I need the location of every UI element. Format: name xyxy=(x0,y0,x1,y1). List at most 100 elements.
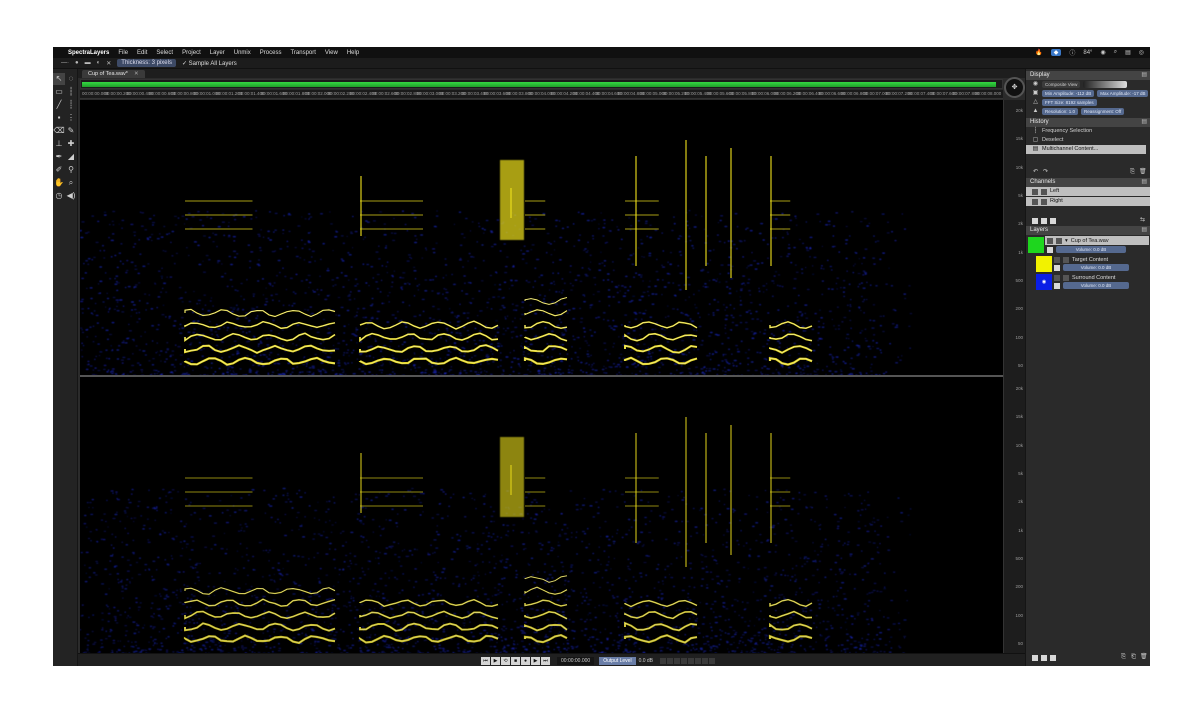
noise-dot xyxy=(162,287,164,289)
zoom-tool-icon[interactable]: ⌕ xyxy=(65,177,77,189)
freq-select-icon[interactable]: ┊ xyxy=(65,99,77,111)
menu-file[interactable]: File xyxy=(118,50,128,56)
noise-dot xyxy=(420,234,423,236)
noise-dot xyxy=(368,636,371,638)
noise-dot xyxy=(645,605,649,607)
flame-icon[interactable]: 🔥 xyxy=(1035,49,1042,56)
arrow-icon[interactable]: —· xyxy=(61,60,69,66)
noise-dot xyxy=(196,571,199,573)
search-icon[interactable]: ⌕ xyxy=(1114,49,1117,56)
control-center-icon[interactable]: ▤ xyxy=(1125,49,1131,56)
noise-dot xyxy=(282,345,284,347)
noise-dot xyxy=(210,217,213,219)
noise-dot xyxy=(804,312,806,314)
noise-dot xyxy=(721,630,724,632)
noise-dot xyxy=(778,346,781,348)
thickness-field[interactable]: Thickness: 3 pixels xyxy=(117,59,176,67)
noise-dot xyxy=(429,332,432,334)
brush-tool-icon[interactable]: ✎ xyxy=(65,125,77,137)
noise-dot xyxy=(415,370,417,372)
menu-select[interactable]: Select xyxy=(156,50,173,56)
hand-tool-icon[interactable]: ✋ xyxy=(53,177,65,189)
wand-tool-icon[interactable]: ⚲ xyxy=(65,164,77,176)
noise-dot xyxy=(237,646,240,648)
spectrogram-canvas[interactable] xyxy=(80,100,1003,653)
menu-project[interactable]: Project xyxy=(182,50,201,56)
overview-bar[interactable] xyxy=(80,79,1003,89)
noise-dot xyxy=(844,362,847,364)
noise-dot xyxy=(667,282,670,284)
noise-dot xyxy=(590,354,592,356)
half-circle-icon[interactable]: ◐ xyxy=(97,60,101,66)
brush-shape-icon[interactable]: ▬ xyxy=(85,60,91,66)
stamp-tool-icon[interactable]: ⊥ xyxy=(53,138,65,150)
app-name-menu[interactable]: SpectraLayers xyxy=(68,50,109,56)
noise-dot xyxy=(266,356,268,358)
line-select-icon[interactable]: ╱ xyxy=(53,99,65,111)
heal-tool-icon[interactable]: ✚ xyxy=(65,138,77,150)
menu-transport[interactable]: Transport xyxy=(290,50,315,56)
noise-dot xyxy=(127,532,129,534)
noise-dot xyxy=(257,233,261,235)
time-ruler[interactable]: 00:00:00.000 00:00:00.200 00:00:00.400 00:0… xyxy=(80,90,1003,99)
noise-dot xyxy=(445,493,447,495)
marker-icon[interactable]: ⋮ xyxy=(65,112,77,124)
navigation-wheel-icon[interactable]: ✥ xyxy=(1004,77,1025,98)
noise-dot xyxy=(401,277,405,279)
noise-dot xyxy=(237,308,240,310)
menu-unmix[interactable]: Unmix xyxy=(234,50,251,56)
noise-dot xyxy=(332,285,334,287)
menu-help[interactable]: Help xyxy=(347,50,359,56)
noise-dot xyxy=(412,645,415,647)
noise-dot xyxy=(301,598,304,600)
noise-dot xyxy=(602,279,605,281)
noise-dot xyxy=(519,598,522,600)
cross-icon[interactable]: ✕ xyxy=(106,60,111,67)
dot-icon[interactable]: ● xyxy=(75,60,79,66)
close-icon[interactable]: ✕ xyxy=(134,71,139,77)
noise-dot xyxy=(292,368,295,370)
noise-dot xyxy=(446,354,450,356)
time-select-icon[interactable]: ┆ xyxy=(65,86,77,98)
noise-dot xyxy=(780,646,783,648)
pen-tool-icon[interactable]: ✒ xyxy=(53,151,65,163)
lasso-tool-icon[interactable]: ◌ xyxy=(65,73,77,85)
menu-process[interactable]: Process xyxy=(260,50,282,56)
pointer-tool-icon[interactable]: ↖ xyxy=(53,73,65,85)
rect-select-icon[interactable]: ▭ xyxy=(53,86,65,98)
noise-dot xyxy=(152,626,156,628)
noise-dot xyxy=(549,289,551,291)
menu-layer[interactable]: Layer xyxy=(210,50,225,56)
noise-dot xyxy=(168,315,171,318)
speaker-tool-icon[interactable]: ◀) xyxy=(65,190,77,202)
noise-dot xyxy=(488,561,491,563)
noise-dot xyxy=(226,635,229,637)
spectrogram-view[interactable] xyxy=(80,100,1003,653)
dropper-tool-icon[interactable]: ✐ xyxy=(53,164,65,176)
siri-icon[interactable]: ◎ xyxy=(1139,49,1144,56)
noise-dot xyxy=(91,630,94,633)
fill-tool-icon[interactable]: ◢ xyxy=(65,151,77,163)
menu-edit[interactable]: Edit xyxy=(137,50,147,56)
noise-dot xyxy=(603,312,606,314)
noise-dot xyxy=(184,223,186,225)
noise-dot xyxy=(350,501,353,503)
noise-dot xyxy=(367,649,371,651)
noise-dot xyxy=(630,349,632,351)
menu-view[interactable]: View xyxy=(325,50,338,56)
document-tab[interactable]: Cup of Tea.wav* ✕ xyxy=(82,70,145,78)
noise-dot xyxy=(209,637,212,639)
noise-dot xyxy=(831,269,833,271)
noise-dot xyxy=(803,557,806,560)
sample-all-checkbox[interactable]: ✓ Sample All Layers xyxy=(182,60,237,67)
noise-dot xyxy=(260,342,263,344)
noise-dot xyxy=(729,626,732,628)
status-app-icon[interactable]: ◆ xyxy=(1050,49,1062,56)
box-select-icon[interactable]: ▪ xyxy=(53,112,65,124)
wifi-icon[interactable]: ◉ xyxy=(1100,49,1105,56)
noise-dot xyxy=(99,266,102,268)
info-icon[interactable]: ⓘ xyxy=(1069,48,1075,57)
timer-tool-icon[interactable]: ◷ xyxy=(53,190,65,202)
eraser-tool-icon[interactable]: ⌫ xyxy=(53,125,65,137)
noise-dot xyxy=(603,219,606,221)
